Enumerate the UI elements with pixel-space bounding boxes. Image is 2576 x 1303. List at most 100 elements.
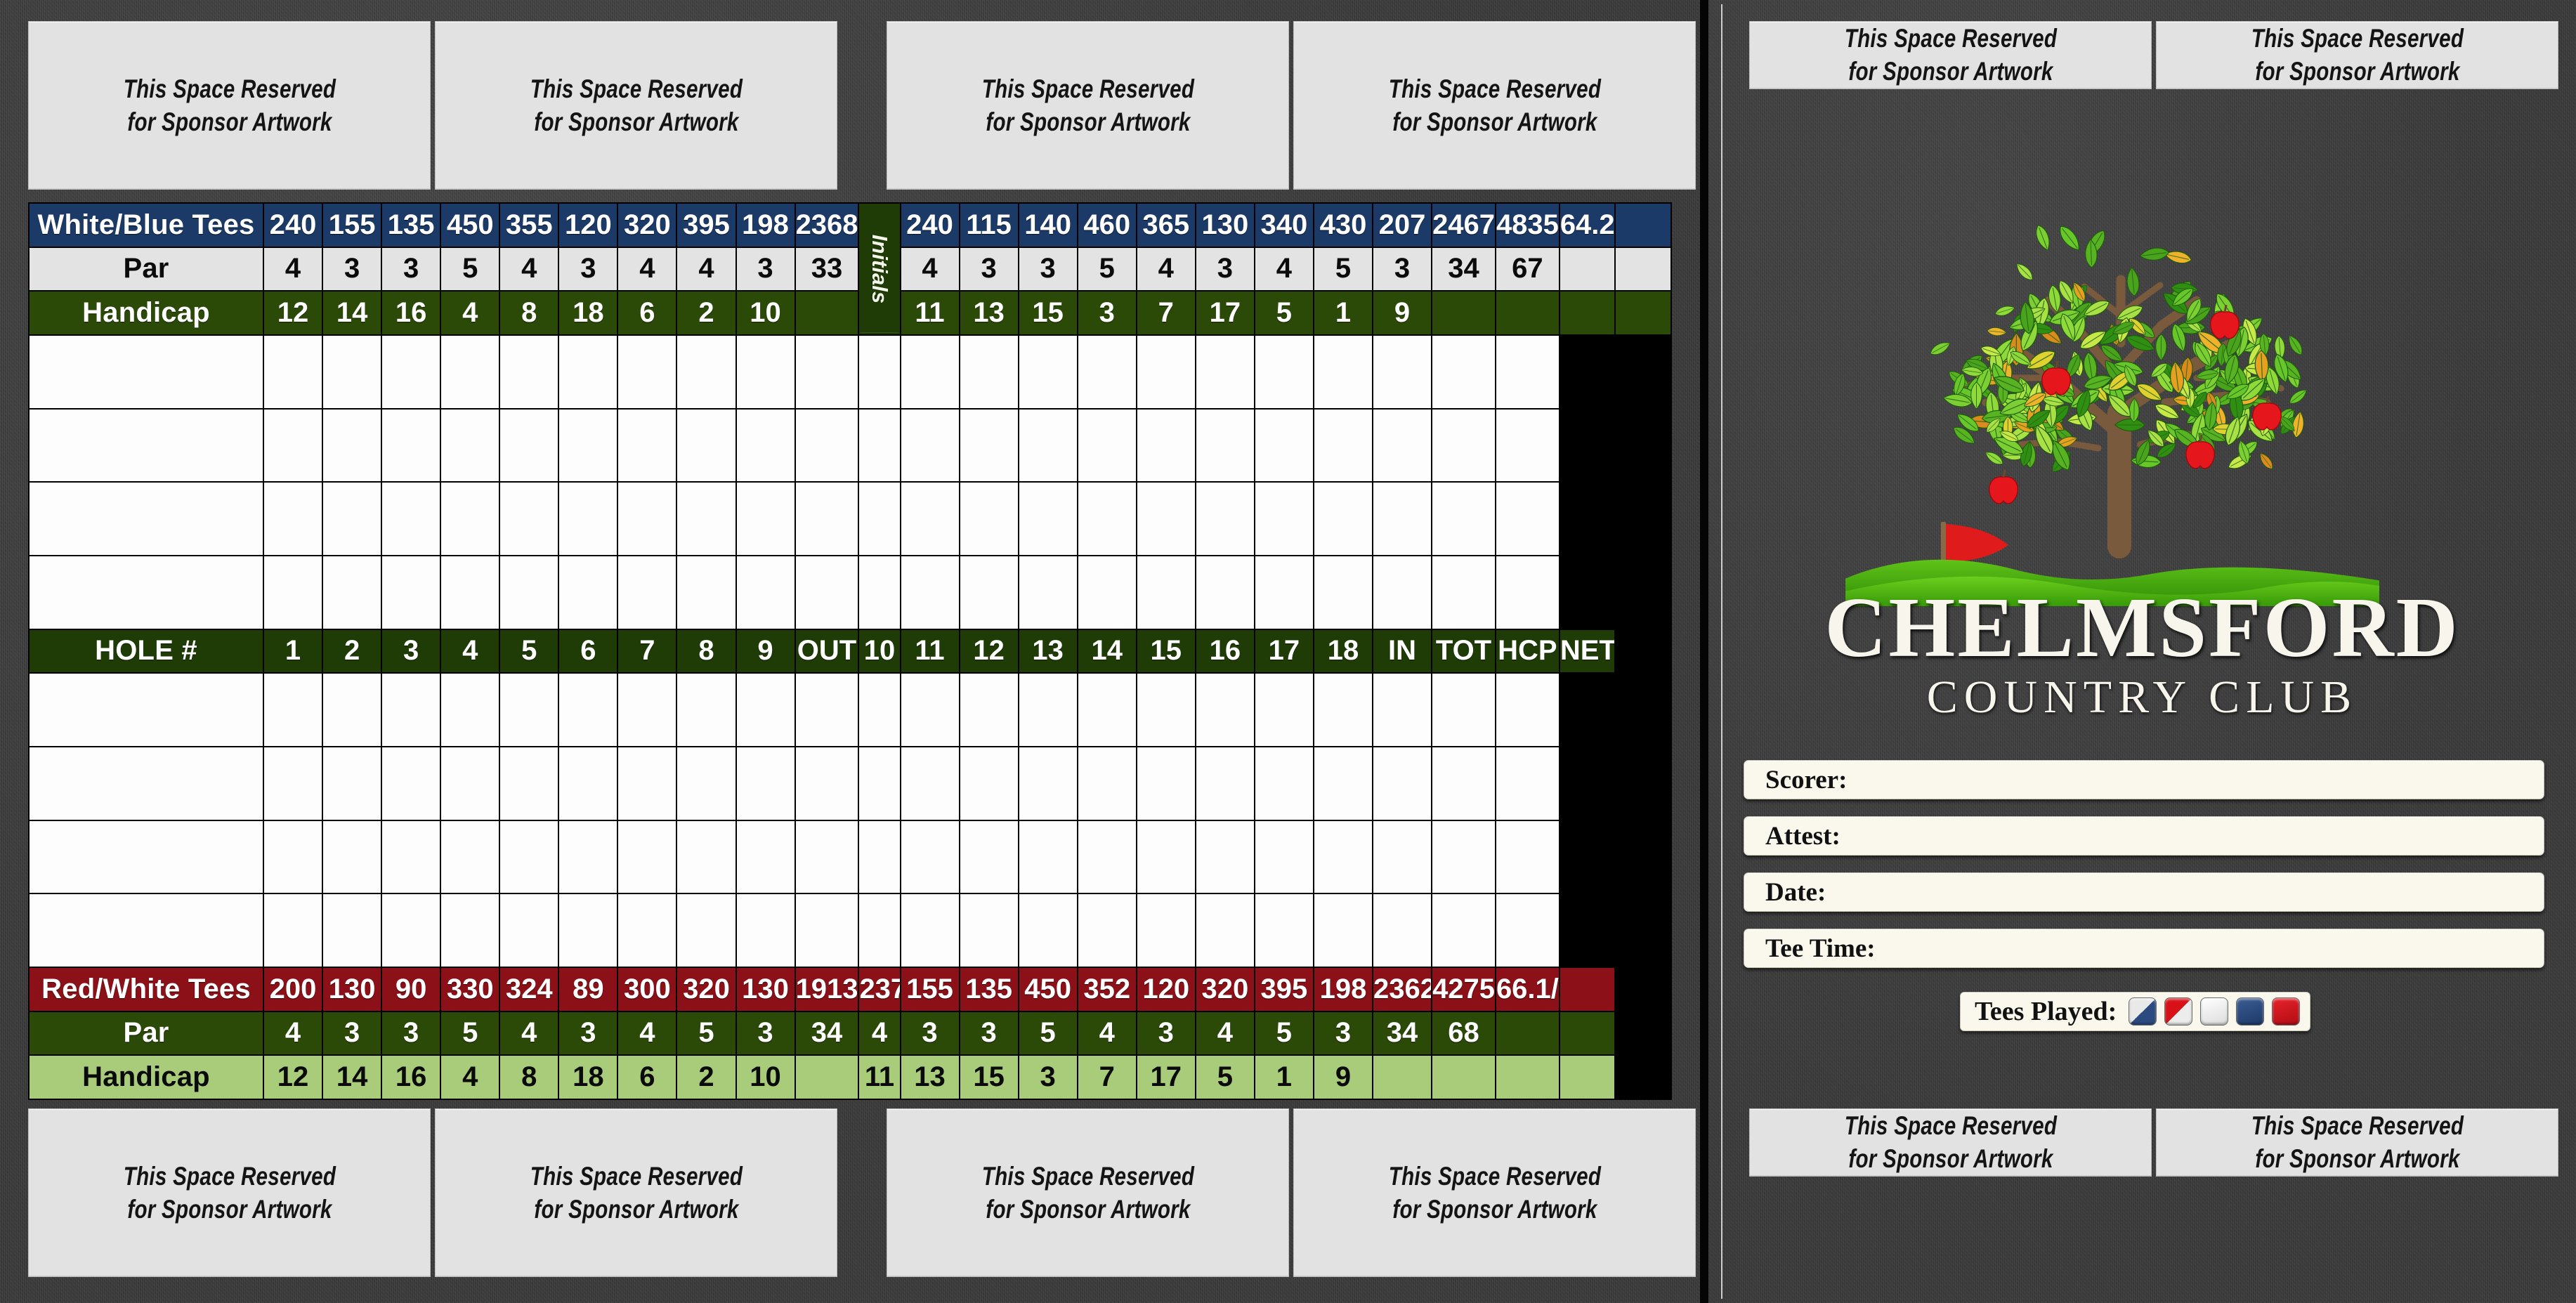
player-score-cell[interactable] [794, 481, 860, 556]
player-name-cell[interactable] [28, 554, 264, 630]
player-score-cell[interactable] [1017, 481, 1078, 556]
player-score-cell[interactable] [381, 819, 442, 895]
player-score-cell[interactable] [1017, 672, 1078, 747]
player-score-cell[interactable] [1494, 819, 1560, 895]
player-score-cell[interactable] [1253, 745, 1314, 821]
sponsor-box[interactable]: This Space Reserved for Sponsor Artwork [28, 21, 431, 190]
player-score-cell[interactable] [1135, 554, 1196, 630]
player-score-cell[interactable] [1494, 554, 1560, 630]
player-score-cell[interactable] [1431, 672, 1496, 747]
player-score-cell[interactable] [440, 819, 501, 895]
player-score-cell[interactable] [1371, 745, 1433, 821]
player-score-cell[interactable] [440, 334, 501, 410]
sponsor-box[interactable]: This Space Reserved for Sponsor Artwork [2156, 21, 2558, 89]
player-score-cell[interactable] [1194, 745, 1255, 821]
player-score-cell[interactable] [1371, 672, 1433, 747]
player-score-cell[interactable] [958, 745, 1019, 821]
tee-time-field[interactable]: Tee Time: [1744, 929, 2544, 968]
player-score-cell[interactable] [1135, 481, 1196, 556]
player-score-cell[interactable] [558, 334, 619, 410]
player-score-cell[interactable] [262, 893, 324, 969]
player-score-cell[interactable] [735, 745, 796, 821]
player-score-cell[interactable] [676, 334, 737, 410]
player-score-cell[interactable] [1076, 334, 1137, 410]
player-score-cell[interactable] [1431, 334, 1496, 410]
sponsor-box[interactable]: This Space Reserved for Sponsor Artwork [435, 21, 837, 190]
player-score-cell[interactable] [1076, 481, 1137, 556]
player-name-cell[interactable] [28, 819, 264, 895]
player-score-cell[interactable] [1312, 407, 1374, 483]
player-score-cell[interactable] [1371, 819, 1433, 895]
player-score-cell[interactable] [1431, 554, 1496, 630]
player-score-cell[interactable] [1312, 554, 1374, 630]
player-score-cell[interactable] [617, 554, 678, 630]
player-score-cell[interactable] [381, 334, 442, 410]
player-score-cell[interactable] [858, 481, 901, 556]
player-score-cell[interactable] [322, 407, 383, 483]
scorer-field[interactable]: Scorer: [1744, 760, 2544, 799]
sponsor-box[interactable]: This Space Reserved for Sponsor Artwork [28, 1108, 431, 1277]
player-score-cell[interactable] [617, 893, 678, 969]
player-score-cell[interactable] [558, 745, 619, 821]
player-score-cell[interactable] [676, 819, 737, 895]
player-score-cell[interactable] [1371, 334, 1433, 410]
player-score-cell[interactable] [858, 554, 901, 630]
sponsor-box[interactable]: This Space Reserved for Sponsor Artwork [1293, 21, 1696, 190]
sponsor-box[interactable]: This Space Reserved for Sponsor Artwork [887, 1108, 1289, 1277]
player-score-cell[interactable] [1253, 672, 1314, 747]
player-score-cell[interactable] [1076, 745, 1137, 821]
player-score-cell[interactable] [499, 893, 560, 969]
player-score-cell[interactable] [1431, 819, 1496, 895]
player-score-cell[interactable] [440, 554, 501, 630]
player-score-cell[interactable] [499, 481, 560, 556]
player-score-cell[interactable] [322, 745, 383, 821]
player-score-cell[interactable] [440, 481, 501, 556]
player-score-cell[interactable] [1312, 481, 1374, 556]
player-score-cell[interactable] [558, 672, 619, 747]
player-score-cell[interactable] [440, 745, 501, 821]
player-score-cell[interactable] [1494, 745, 1560, 821]
player-score-cell[interactable] [1076, 672, 1137, 747]
player-score-cell[interactable] [499, 745, 560, 821]
player-score-cell[interactable] [1312, 819, 1374, 895]
player-name-cell[interactable] [28, 481, 264, 556]
player-score-cell[interactable] [858, 745, 901, 821]
date-field[interactable]: Date: [1744, 872, 2544, 912]
player-score-cell[interactable] [381, 554, 442, 630]
player-score-cell[interactable] [899, 334, 960, 410]
player-score-cell[interactable] [1194, 893, 1255, 969]
player-score-cell[interactable] [1017, 745, 1078, 821]
player-score-cell[interactable] [899, 893, 960, 969]
player-score-cell[interactable] [1194, 334, 1255, 410]
player-score-cell[interactable] [322, 481, 383, 556]
player-score-cell[interactable] [262, 819, 324, 895]
player-name-cell[interactable] [28, 334, 264, 410]
player-score-cell[interactable] [1017, 407, 1078, 483]
player-score-cell[interactable] [1253, 407, 1314, 483]
player-name-cell[interactable] [28, 893, 264, 969]
player-score-cell[interactable] [899, 745, 960, 821]
sponsor-box[interactable]: This Space Reserved for Sponsor Artwork [1749, 1108, 2152, 1177]
red-tee-swatch[interactable] [2272, 997, 2301, 1026]
player-score-cell[interactable] [858, 407, 901, 483]
player-score-cell[interactable] [1494, 407, 1560, 483]
player-score-cell[interactable] [499, 554, 560, 630]
player-score-cell[interactable] [1494, 893, 1560, 969]
player-score-cell[interactable] [499, 334, 560, 410]
player-score-cell[interactable] [1371, 481, 1433, 556]
player-score-cell[interactable] [440, 672, 501, 747]
white-tee-swatch[interactable] [2200, 997, 2229, 1026]
sponsor-box[interactable]: This Space Reserved for Sponsor Artwork [435, 1108, 837, 1277]
sponsor-box[interactable]: This Space Reserved for Sponsor Artwork [1293, 1108, 1696, 1277]
white-blue-tee-swatch[interactable] [2129, 997, 2157, 1026]
player-score-cell[interactable] [1135, 819, 1196, 895]
player-score-cell[interactable] [1253, 893, 1314, 969]
player-score-cell[interactable] [617, 819, 678, 895]
sponsor-box[interactable]: This Space Reserved for Sponsor Artwork [2156, 1108, 2558, 1177]
player-score-cell[interactable] [1494, 334, 1560, 410]
player-score-cell[interactable] [440, 407, 501, 483]
player-score-cell[interactable] [1135, 893, 1196, 969]
player-score-cell[interactable] [794, 334, 860, 410]
player-score-cell[interactable] [676, 672, 737, 747]
player-score-cell[interactable] [440, 893, 501, 969]
